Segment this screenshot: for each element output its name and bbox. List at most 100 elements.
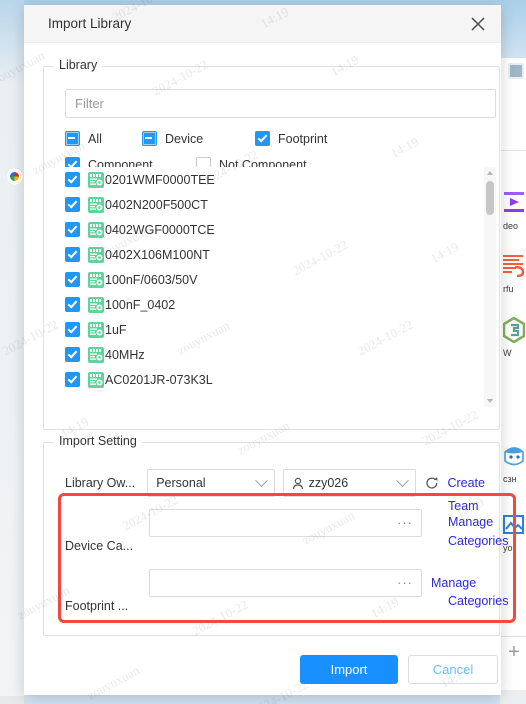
list-item-label: 0402N200F500CT [105,197,208,212]
refresh-icon[interactable] [425,476,439,490]
background-left-strip [0,0,24,704]
user-icon [292,477,303,489]
chevron-down-icon [254,473,268,487]
video-play-icon [504,192,524,212]
list-item-label: 0402X106M100NT [105,247,210,262]
import-setting-section: Import Setting Library Ow... Personal zz… [43,434,516,636]
owner-type-select[interactable]: Personal [147,469,275,497]
checkbox-device[interactable]: Device [142,131,203,146]
library-section-legend: Library [54,58,103,72]
component-icon [88,371,104,388]
import-setting-legend: Import Setting [54,434,142,448]
checkbox-all[interactable]: All [65,131,102,146]
list-item[interactable]: 0402WGF0000TCE [65,217,476,242]
component-icon [88,246,104,263]
rail-item-video[interactable]: deo [503,190,525,231]
component-icon [88,271,104,288]
library-item-list[interactable]: 0201WMF0000TEE 0402N200F500CT 0402WGF000… [65,167,476,407]
checkbox-all-box[interactable] [65,131,80,146]
chrome-icon[interactable] [6,168,23,185]
list-item[interactable]: 0402X106M100NT [65,242,476,267]
list-item[interactable]: 1uF [65,317,476,342]
component-icon [88,221,104,238]
background-right-rail-divider [500,150,526,151]
checkbox-footprint-label: Footprint [278,131,328,146]
text-lines-icon [503,255,525,278]
list-item-checkbox[interactable] [65,322,80,337]
owner-type-value: Personal [156,476,206,490]
component-icon [88,221,104,238]
list-item-label: 100nF/0603/50V [105,272,198,287]
list-item[interactable]: 40MHz [65,342,476,367]
caret-down-icon[interactable] [487,399,493,403]
search-input[interactable] [65,89,496,118]
list-item-label: 1uF [105,322,127,337]
checkbox-device-label: Device [165,131,204,146]
caret-up-icon[interactable] [487,171,493,175]
component-icon [88,171,104,188]
page-title: Import Library [48,16,132,31]
component-icon [88,271,104,288]
close-icon[interactable] [467,13,489,35]
footprint-label: Footprint ... [65,599,129,613]
rail-item-label: W [503,348,512,358]
library-owner-row: Library Ow... Personal zzy026 Create [65,469,485,497]
close-glyph [471,17,485,31]
list-item-label: 40MHz [105,347,145,362]
list-item[interactable]: AC0201JR-073K3L [65,367,476,392]
list-item[interactable]: 0402N200F500CT [65,192,476,217]
list-item-checkbox[interactable] [65,172,80,187]
component-icon [88,171,104,188]
scrollbar-thumb[interactable] [486,181,494,215]
footprint-input[interactable]: ··· [149,569,422,597]
list-item-checkbox[interactable] [65,372,80,387]
list-scrollbar[interactable] [484,167,496,407]
import-library-dialog: Import Library Library All Device Footpr… [24,5,516,695]
list-item[interactable]: 0201WMF0000TEE [65,167,476,192]
hexagon-leaf-icon [502,316,526,344]
list-item-checkbox[interactable] [65,197,80,212]
add-icon[interactable]: + [504,642,524,662]
component-icon [88,346,104,363]
rail-item-face[interactable]: сзн [503,443,525,484]
import-button[interactable]: Import [300,655,398,684]
rail-item-label: сзн [503,474,517,484]
checkbox-all-label: All [88,131,102,146]
list-item-checkbox[interactable] [65,222,80,237]
dialog-titlebar: Import Library [24,5,501,43]
checkbox-footprint[interactable]: Footprint [255,131,327,146]
component-icon [88,321,104,338]
footprint-ellipsis-button[interactable]: ··· [397,576,413,589]
cancel-button[interactable]: Cancel [408,655,498,684]
device-category-ellipsis-button[interactable]: ··· [397,516,413,529]
checkbox-device-box[interactable] [142,131,157,146]
face-avatar-icon [504,447,524,466]
list-item-label: AC0201JR-073K3L [105,372,213,387]
list-item-checkbox[interactable] [65,297,80,312]
owner-user-select[interactable]: zzy026 [282,469,416,497]
rail-item-hex[interactable]: W [502,316,526,358]
component-icon [88,346,104,363]
component-icon [88,321,104,338]
checkbox-footprint-box[interactable] [255,131,270,146]
device-category-input[interactable]: ··· [149,509,422,537]
create-link[interactable]: Create [447,476,485,490]
rail-item-label: deo [503,221,519,231]
device-categories-link[interactable]: Categories [448,534,508,548]
list-item-label: 0201WMF0000TEE [105,172,215,187]
chevron-down-icon [395,473,409,487]
library-owner-label: Library Ow... [65,476,136,490]
list-item-checkbox[interactable] [65,247,80,262]
list-item[interactable]: 100nF/0603/50V [65,267,476,292]
footprint-categories-link[interactable]: Categories [448,594,508,608]
background-bottom-bar [500,690,526,704]
list-item-label: 0402WGF0000TCE [105,222,215,237]
component-icon [88,296,104,313]
footprint-manage-link[interactable]: Manage [431,576,476,590]
rail-divider [500,636,526,637]
list-item[interactable]: 100nF_0402 [65,292,476,317]
list-item-checkbox[interactable] [65,272,80,287]
device-category-row: Device Ca... ··· [65,509,485,553]
rail-item-text[interactable]: rfu [503,253,525,294]
list-item-checkbox[interactable] [65,347,80,362]
